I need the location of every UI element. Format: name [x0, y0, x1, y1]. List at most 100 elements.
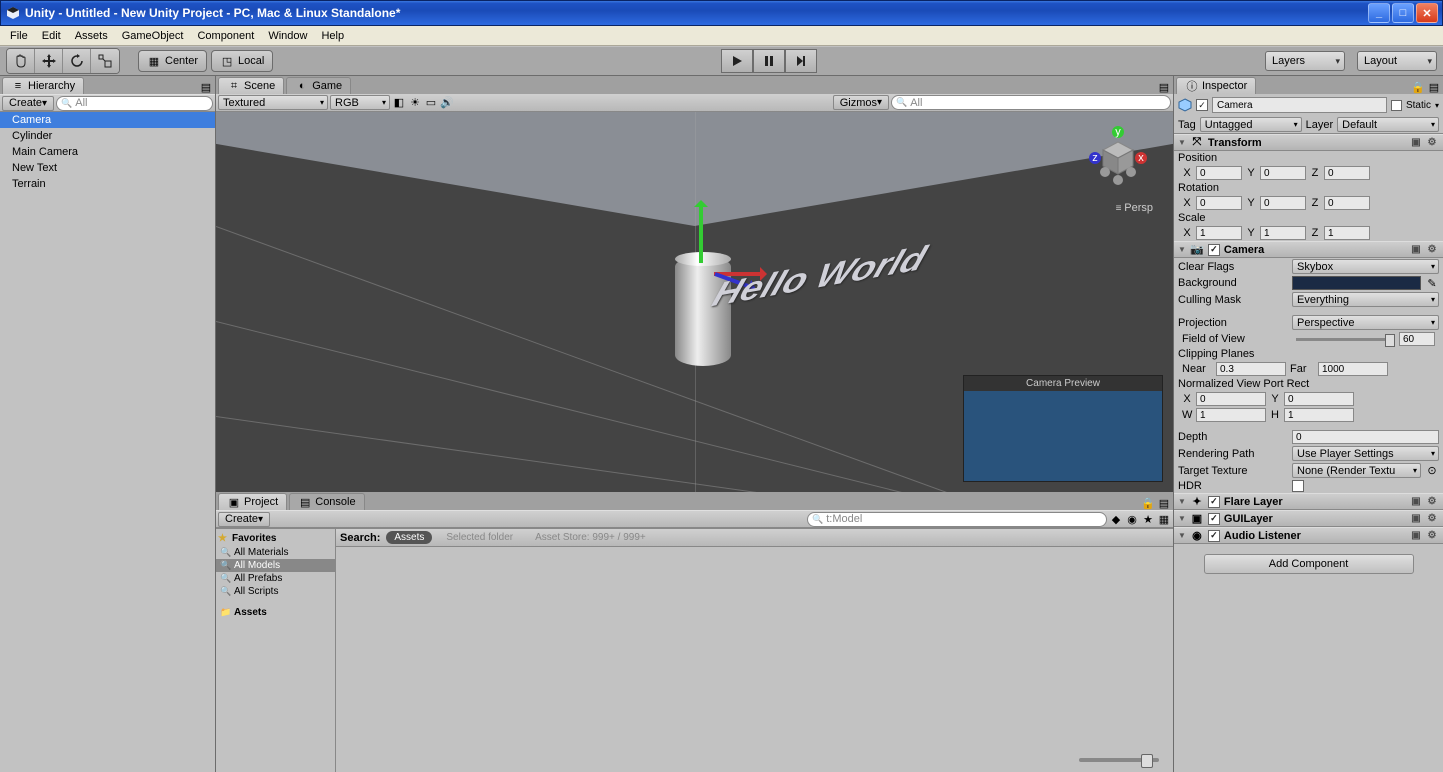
search-scope-store[interactable]: Asset Store: 999+ / 999+ — [527, 531, 654, 544]
step-button[interactable] — [785, 49, 817, 73]
layout-dropdown[interactable]: Layout — [1357, 51, 1437, 71]
rendering-path-dropdown[interactable]: Use Player Settings — [1292, 446, 1439, 461]
menu-window[interactable]: Window — [262, 28, 313, 44]
vp-y[interactable] — [1284, 392, 1354, 406]
vp-x[interactable] — [1196, 392, 1266, 406]
hierarchy-item[interactable]: Cylinder — [0, 128, 215, 144]
lock-icon[interactable]: 🔒 — [1411, 80, 1425, 94]
pos-x[interactable] — [1196, 166, 1242, 180]
hierarchy-create-button[interactable]: Create ▾ — [2, 96, 54, 111]
camera-enabled-checkbox[interactable]: ✓ — [1208, 244, 1220, 256]
near-clip[interactable] — [1216, 362, 1286, 376]
scale-tool[interactable] — [91, 49, 119, 73]
search-scope-folder[interactable]: Selected folder — [438, 531, 521, 544]
help-icon[interactable]: ▣ — [1409, 243, 1423, 257]
vp-h[interactable] — [1284, 408, 1354, 422]
scale-z[interactable] — [1324, 226, 1370, 240]
camera-component-header[interactable]: 📷 ✓ Camera ▣⚙ — [1174, 241, 1443, 258]
menu-help[interactable]: Help — [315, 28, 350, 44]
hierarchy-item[interactable]: Camera — [0, 112, 215, 128]
help-icon[interactable]: ▣ — [1409, 136, 1423, 150]
fov-value[interactable] — [1399, 332, 1435, 346]
gui-enabled-checkbox[interactable]: ✓ — [1208, 513, 1220, 525]
project-tab[interactable]: ▣Project — [218, 493, 287, 510]
favorite-item[interactable]: All Materials — [216, 546, 335, 559]
eyedropper-icon[interactable]: ✎ — [1425, 276, 1439, 290]
favorite-item[interactable]: All Scripts — [216, 585, 335, 598]
audio-listener-header[interactable]: ◉✓Audio Listener▣⚙ — [1174, 527, 1443, 544]
help-icon[interactable]: ▣ — [1409, 495, 1423, 509]
help-icon[interactable]: ▣ — [1409, 529, 1423, 543]
static-checkbox[interactable] — [1391, 100, 1402, 111]
scene-fx-toggle[interactable]: ▭ — [424, 96, 438, 110]
menu-gameobject[interactable]: GameObject — [116, 28, 190, 44]
minimize-button[interactable]: _ — [1368, 3, 1390, 23]
favorites-header[interactable]: Favorites — [216, 531, 335, 546]
lock-icon[interactable]: 🔒 — [1141, 496, 1155, 510]
search-filter-icon[interactable]: ◆ — [1109, 512, 1123, 526]
console-tab[interactable]: ▤Console — [289, 493, 364, 510]
gear-icon[interactable]: ⚙ — [1425, 529, 1439, 543]
gear-icon[interactable]: ⚙ — [1425, 512, 1439, 526]
inspector-tab[interactable]: ⓘInspector — [1176, 77, 1256, 94]
orientation-gizmo[interactable]: x z y — [1083, 122, 1153, 192]
gizmos-dropdown[interactable]: Gizmos ▾ — [833, 95, 889, 110]
hdr-checkbox[interactable] — [1292, 480, 1304, 492]
help-icon[interactable]: ▣ — [1409, 512, 1423, 526]
gear-icon[interactable]: ⚙ — [1425, 495, 1439, 509]
clear-flags-dropdown[interactable]: Skybox — [1292, 259, 1439, 274]
hand-tool[interactable] — [7, 49, 35, 73]
menu-edit[interactable]: Edit — [36, 28, 67, 44]
layer-dropdown[interactable]: Default — [1337, 117, 1439, 132]
background-color[interactable] — [1292, 276, 1421, 290]
target-texture-field[interactable]: None (Render Textu — [1292, 463, 1421, 478]
transform-header[interactable]: ⤧ Transform ▣⚙ — [1174, 134, 1443, 151]
rot-z[interactable] — [1324, 196, 1370, 210]
hierarchy-item[interactable]: Terrain — [0, 176, 215, 192]
culling-mask-dropdown[interactable]: Everything — [1292, 292, 1439, 307]
project-search[interactable]: t:Model — [807, 512, 1107, 527]
hierarchy-tab[interactable]: ≡ Hierarchy — [2, 77, 84, 94]
tag-dropdown[interactable]: Untagged — [1200, 117, 1302, 132]
hierarchy-item[interactable]: New Text — [0, 160, 215, 176]
favorite-item[interactable]: All Prefabs — [216, 572, 335, 585]
play-button[interactable] — [721, 49, 753, 73]
panel-menu-icon[interactable]: ▤ — [199, 80, 213, 94]
hierarchy-search[interactable]: All — [56, 96, 213, 111]
fov-slider[interactable] — [1296, 338, 1395, 341]
rot-x[interactable] — [1196, 196, 1242, 210]
pos-y[interactable] — [1260, 166, 1306, 180]
flare-enabled-checkbox[interactable]: ✓ — [1208, 496, 1220, 508]
far-clip[interactable] — [1318, 362, 1388, 376]
scene-audio-toggle[interactable]: 🔊 — [440, 96, 454, 110]
projection-label[interactable]: ≡ Persp — [1116, 202, 1153, 214]
menu-file[interactable]: File — [4, 28, 34, 44]
search-layout-icon[interactable]: ▦ — [1157, 512, 1171, 526]
scale-y[interactable] — [1260, 226, 1306, 240]
add-component-button[interactable]: Add Component — [1204, 554, 1414, 574]
menu-component[interactable]: Component — [191, 28, 260, 44]
vp-w[interactable] — [1196, 408, 1266, 422]
icon-size-slider[interactable] — [1079, 758, 1159, 762]
assets-folder[interactable]: Assets — [216, 606, 335, 619]
search-type-icon[interactable]: ◉ — [1125, 512, 1139, 526]
gizmo-y-axis[interactable] — [699, 203, 703, 263]
layers-dropdown[interactable]: Layers — [1265, 51, 1345, 71]
audio-enabled-checkbox[interactable]: ✓ — [1208, 530, 1220, 542]
pivot-local-toggle[interactable]: ◳ Local — [211, 50, 273, 72]
panel-menu-icon[interactable]: ▤ — [1157, 496, 1171, 510]
menu-assets[interactable]: Assets — [69, 28, 114, 44]
flare-layer-header[interactable]: ✦✓Flare Layer▣⚙ — [1174, 493, 1443, 510]
project-content[interactable]: Search: Assets Selected folder Asset Sto… — [336, 529, 1173, 772]
pos-z[interactable] — [1324, 166, 1370, 180]
search-save-icon[interactable]: ★ — [1141, 512, 1155, 526]
pivot-center-toggle[interactable]: ▦ Center — [138, 50, 207, 72]
panel-menu-icon[interactable]: ▤ — [1427, 80, 1441, 94]
hierarchy-item[interactable]: Main Camera — [0, 144, 215, 160]
favorite-item[interactable]: All Models — [216, 559, 335, 572]
scene-rendermode-dropdown[interactable]: RGB — [330, 95, 390, 110]
game-tab[interactable]: ◐Game — [286, 77, 351, 94]
scene-light-toggle[interactable]: ☀ — [408, 96, 422, 110]
project-create-button[interactable]: Create ▾ — [218, 512, 270, 527]
scene-2d-toggle[interactable]: ◧ — [392, 96, 406, 110]
